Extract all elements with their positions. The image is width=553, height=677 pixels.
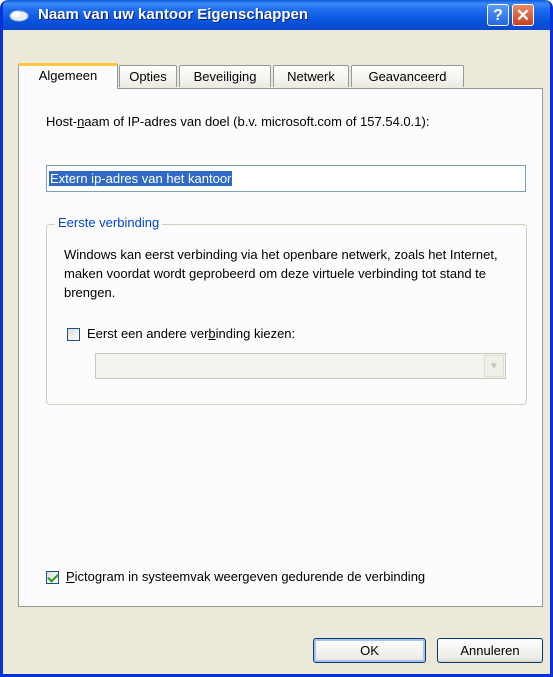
host-address-value: Extern ip-adres van het kantoor	[49, 171, 233, 186]
first-connect-label[interactable]: Eerst een andere verbinding kiezen:	[87, 326, 295, 341]
first-connection-select: ▼	[95, 353, 506, 379]
tab-options[interactable]: Opties	[119, 65, 177, 87]
tray-icon-checkbox[interactable]	[46, 571, 59, 584]
properties-dialog: Naam van uw kantoor Eigenschappen ? ✕ Al…	[0, 0, 553, 677]
chevron-down-icon: ▼	[484, 355, 504, 377]
cancel-button[interactable]: Annuleren	[437, 638, 543, 663]
window-title: Naam van uw kantoor Eigenschappen	[38, 6, 309, 23]
first-connection-group-title: Eerste verbinding	[55, 215, 163, 230]
help-button[interactable]: ?	[487, 4, 509, 26]
tab-general[interactable]: Algemeen	[18, 63, 118, 89]
host-address-input[interactable]: Extern ip-adres van het kantoor	[46, 165, 526, 192]
ok-button[interactable]: OK	[313, 638, 426, 663]
tray-icon-label[interactable]: Pictogram in systeemvak weergeven gedure…	[66, 569, 425, 584]
tab-security[interactable]: Beveiliging	[179, 65, 271, 87]
first-connection-description: Windows kan eerst verbinding via het ope…	[64, 247, 498, 300]
first-connect-checkbox[interactable]	[67, 328, 80, 341]
network-connection-icon	[9, 10, 29, 22]
tab-advanced[interactable]: Geavanceerd	[351, 65, 464, 87]
host-label: Host-naam of IP-adres van doel (b.v. mic…	[46, 114, 430, 129]
title-bar[interactable]: Naam van uw kantoor Eigenschappen ? ✕	[3, 0, 550, 30]
close-button[interactable]: ✕	[512, 4, 534, 26]
tab-network[interactable]: Netwerk	[273, 65, 349, 87]
